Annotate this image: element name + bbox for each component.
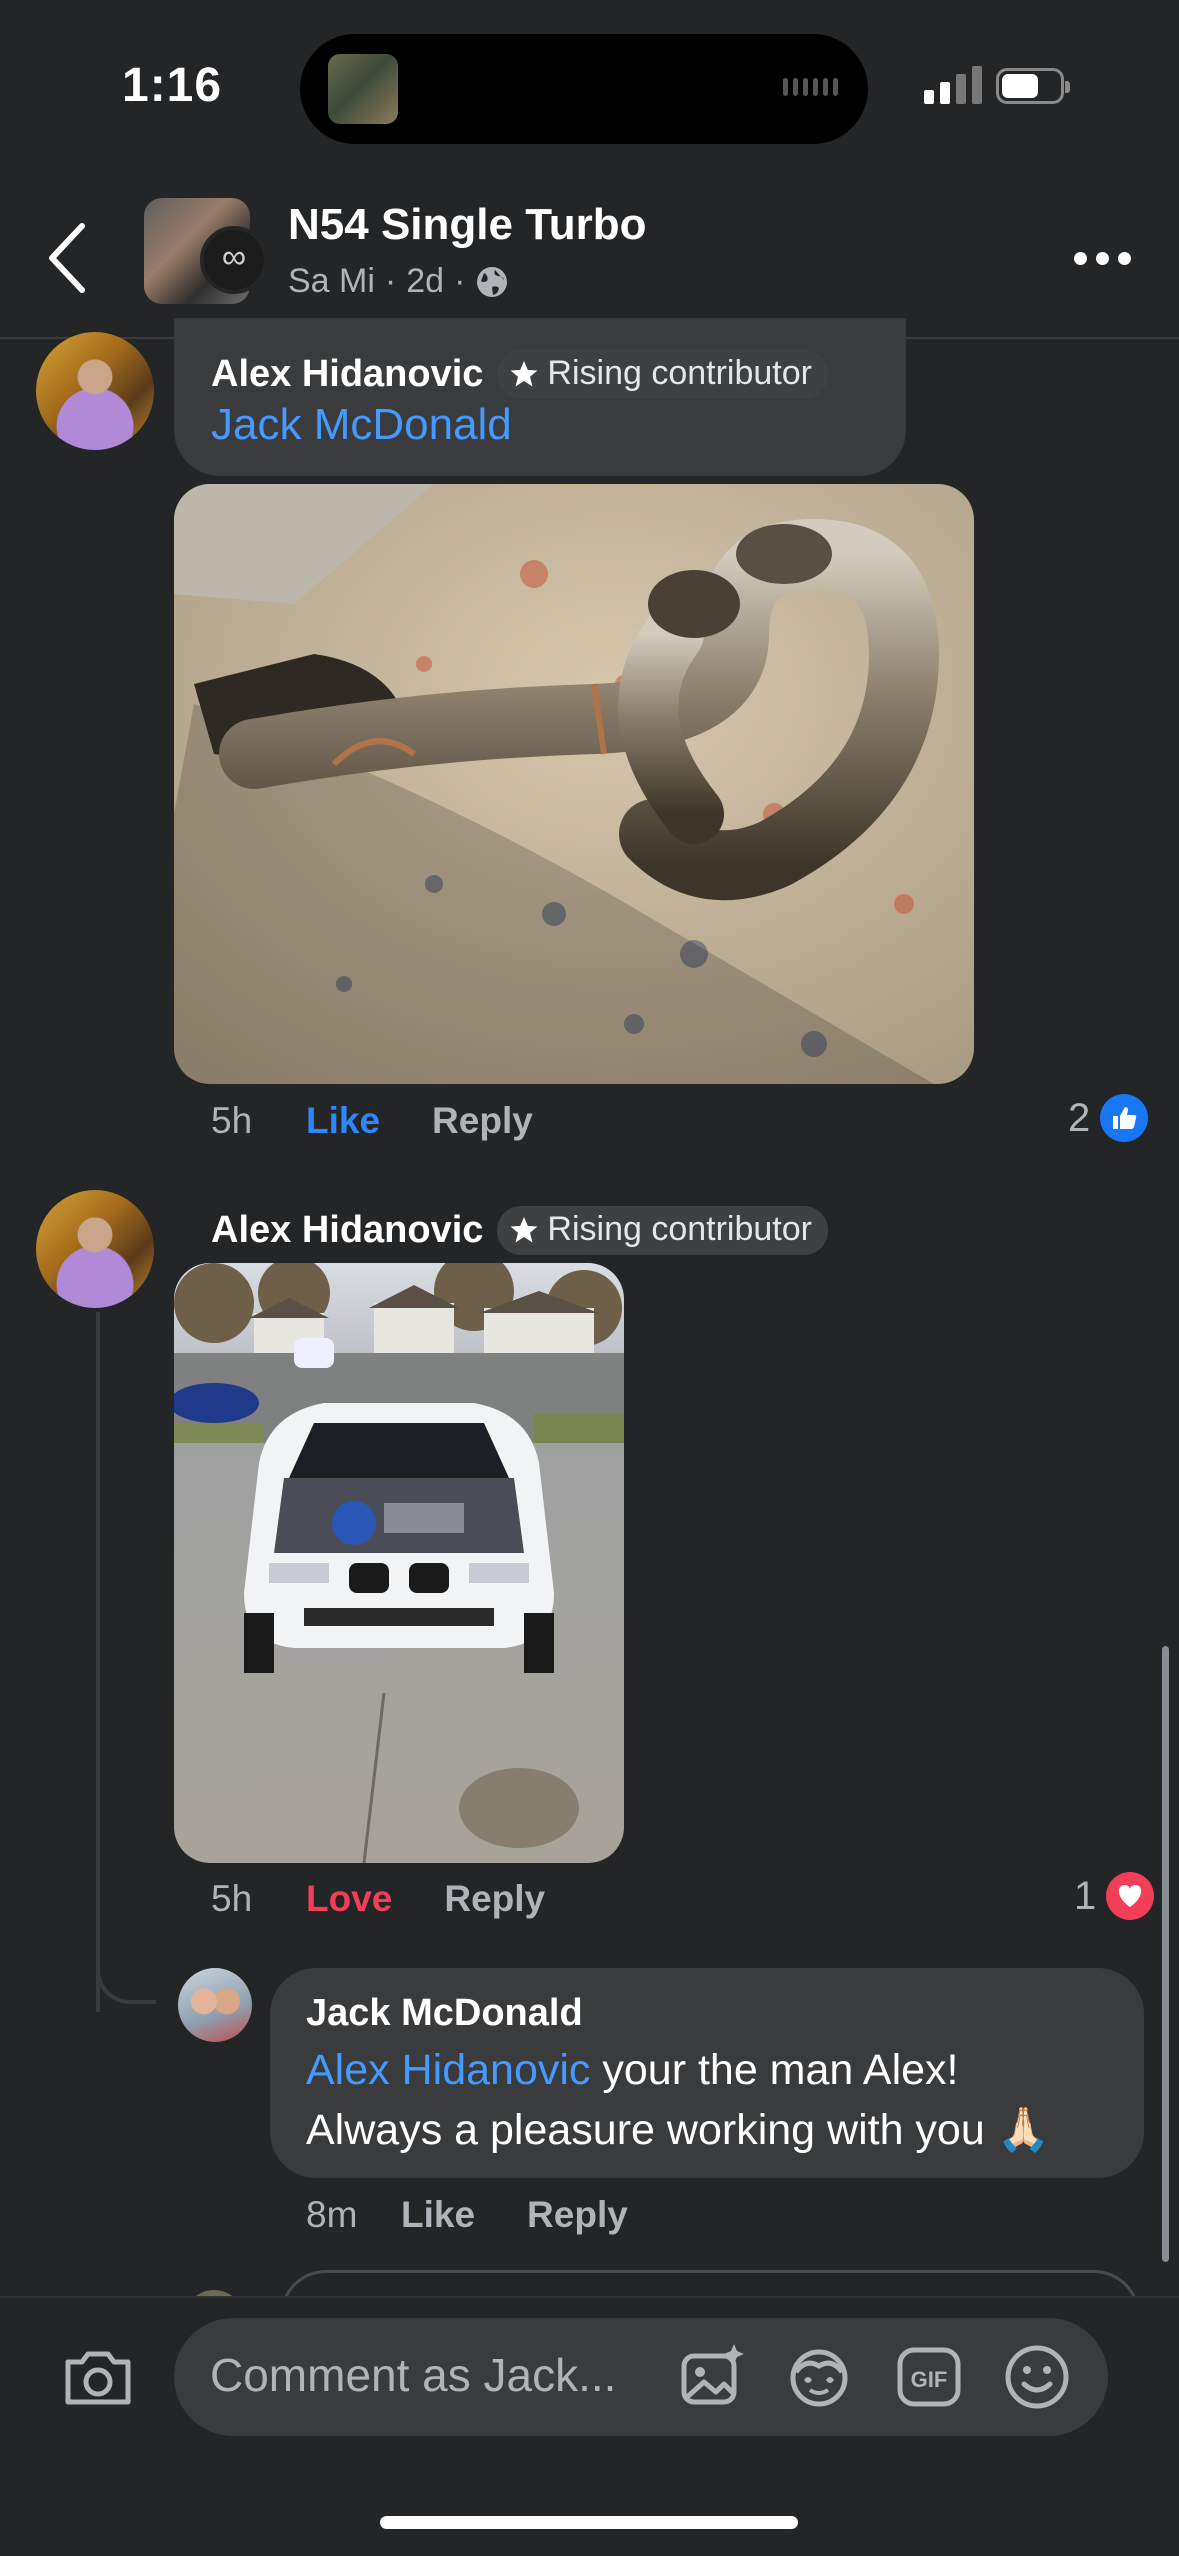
status-badge[interactable]: Rising contributor <box>497 1206 828 1255</box>
comment-image[interactable] <box>174 1263 624 1863</box>
like-button[interactable]: Like <box>401 2194 475 2236</box>
reply-actions: 8m Like Reply <box>306 2194 680 2236</box>
comment-author[interactable]: Alex Hidanovic <box>211 1209 483 1252</box>
love-button[interactable]: Love <box>306 1878 392 1920</box>
chevron-left-icon <box>49 223 85 293</box>
car <box>244 1403 554 1673</box>
reply-author[interactable]: Jack McDonald <box>306 1992 583 2035</box>
now-playing-artwork <box>328 54 398 124</box>
image-sparkle-icon <box>681 2344 744 2405</box>
reply-time: 8m <box>306 2194 358 2235</box>
screen: 1:16 N54 Single Turbo Sa Mi · 2d · Alex … <box>0 0 1179 2556</box>
post-author[interactable]: Sa Mi <box>288 262 375 301</box>
comment-header: Alex Hidanovic Rising contributor <box>211 1206 828 1255</box>
post-age: 2d <box>406 262 445 300</box>
mention-link[interactable]: Jack McDonald <box>211 400 512 450</box>
badge-label: Rising contributor <box>547 1210 812 1248</box>
comment-input-placeholder: Comment as Jack... <box>210 2349 617 2401</box>
meta-separator: · <box>384 262 397 300</box>
reaction-summary[interactable]: 2 <box>1068 1094 1149 1142</box>
status-time: 1:16 <box>122 59 223 112</box>
avatar[interactable] <box>36 332 154 450</box>
comment-time: 5h <box>211 1878 253 1919</box>
reply-text-line1: your the man Alex! <box>590 2046 959 2094</box>
gif-icon: GIF <box>897 2347 961 2407</box>
reply-text-line2: Always a pleasure working with you 🙏🏻 <box>306 2106 1051 2154</box>
comment-header: Alex Hidanovic Rising contributor <box>211 350 828 399</box>
comment-actions: 5h Like Reply <box>211 1100 585 1142</box>
badge-label: Rising contributor <box>547 354 812 392</box>
reply-button[interactable]: Reply <box>444 1878 545 1920</box>
emoji-button[interactable] <box>1002 2342 1072 2412</box>
camera-button[interactable] <box>60 2340 136 2416</box>
cellular-signal-icon <box>924 66 982 104</box>
photo-sparkle-button[interactable] <box>678 2342 748 2412</box>
dynamic-island[interactable] <box>300 34 868 144</box>
reaction-count: 2 <box>1068 1095 1091 1140</box>
star-icon <box>510 360 538 386</box>
owner-avatar <box>200 226 268 294</box>
globe-icon <box>477 266 508 297</box>
comment-actions: 5h Love Reply <box>211 1878 597 1920</box>
comment-author[interactable]: Alex Hidanovic <box>211 353 483 396</box>
avatar[interactable] <box>36 1190 154 1308</box>
avatar-sticker-button[interactable] <box>784 2342 854 2412</box>
more-options-button[interactable] <box>1074 252 1131 265</box>
reaction-summary[interactable]: 1 <box>1074 1872 1155 1920</box>
reply-button[interactable]: Reply <box>527 2194 628 2236</box>
like-button[interactable]: Like <box>306 1100 380 1142</box>
gif-button[interactable]: GIF <box>894 2342 964 2412</box>
comment-time: 5h <box>211 1100 253 1141</box>
smiley-icon <box>1005 2345 1069 2409</box>
camera-icon <box>65 2351 131 2405</box>
star-icon <box>510 1216 538 1242</box>
post-meta: Sa Mi · 2d · <box>288 262 509 301</box>
svg-text:GIF: GIF <box>911 2367 948 2392</box>
battery-icon <box>996 68 1070 104</box>
home-indicator[interactable] <box>380 2516 798 2529</box>
reply-button[interactable]: Reply <box>432 1100 533 1142</box>
heart-icon <box>1106 1872 1155 1920</box>
mention-link[interactable]: Alex Hidanovic <box>306 2046 590 2094</box>
thread-connector <box>96 1900 156 2004</box>
audio-waveform-icon <box>783 78 838 96</box>
reaction-count: 1 <box>1074 1873 1097 1918</box>
back-button[interactable] <box>38 218 98 298</box>
thumbs-up-icon <box>1100 1094 1149 1142</box>
avatar-sticker-icon <box>790 2349 848 2407</box>
comment-image[interactable] <box>174 484 974 1084</box>
scrollbar[interactable] <box>1162 1646 1169 2262</box>
meta-separator: · <box>454 262 466 300</box>
reply-text: Alex Hidanovic your the man Alex! Always… <box>306 2040 1126 2160</box>
post-title[interactable]: N54 Single Turbo <box>288 200 647 250</box>
avatar[interactable] <box>178 1968 252 2042</box>
status-badge[interactable]: Rising contributor <box>497 350 828 399</box>
